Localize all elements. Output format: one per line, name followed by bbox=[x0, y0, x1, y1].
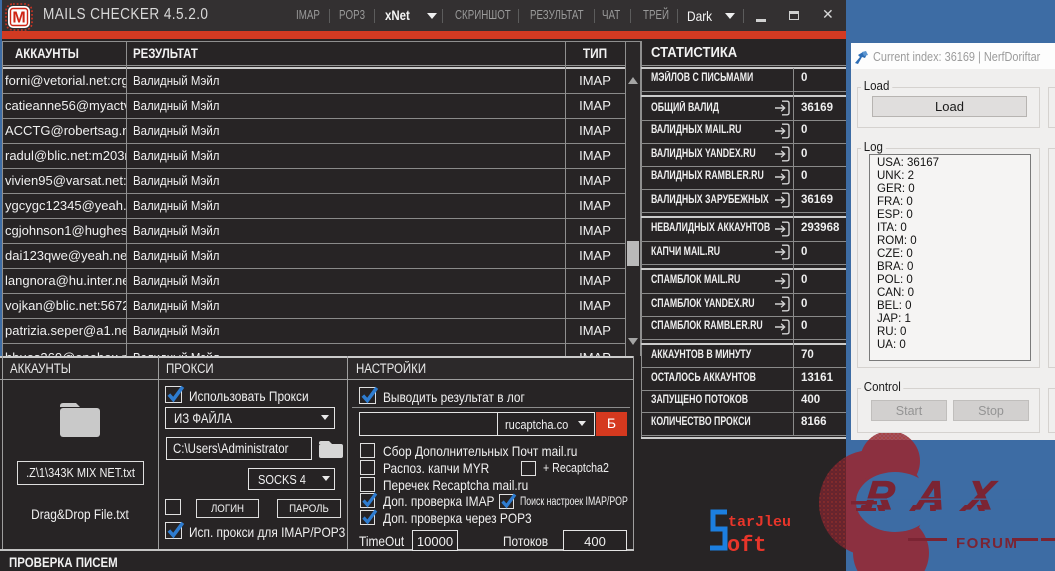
svg-text:RAX: RAX bbox=[863, 474, 1018, 518]
svg-text:FORUM: FORUM bbox=[956, 535, 1019, 552]
